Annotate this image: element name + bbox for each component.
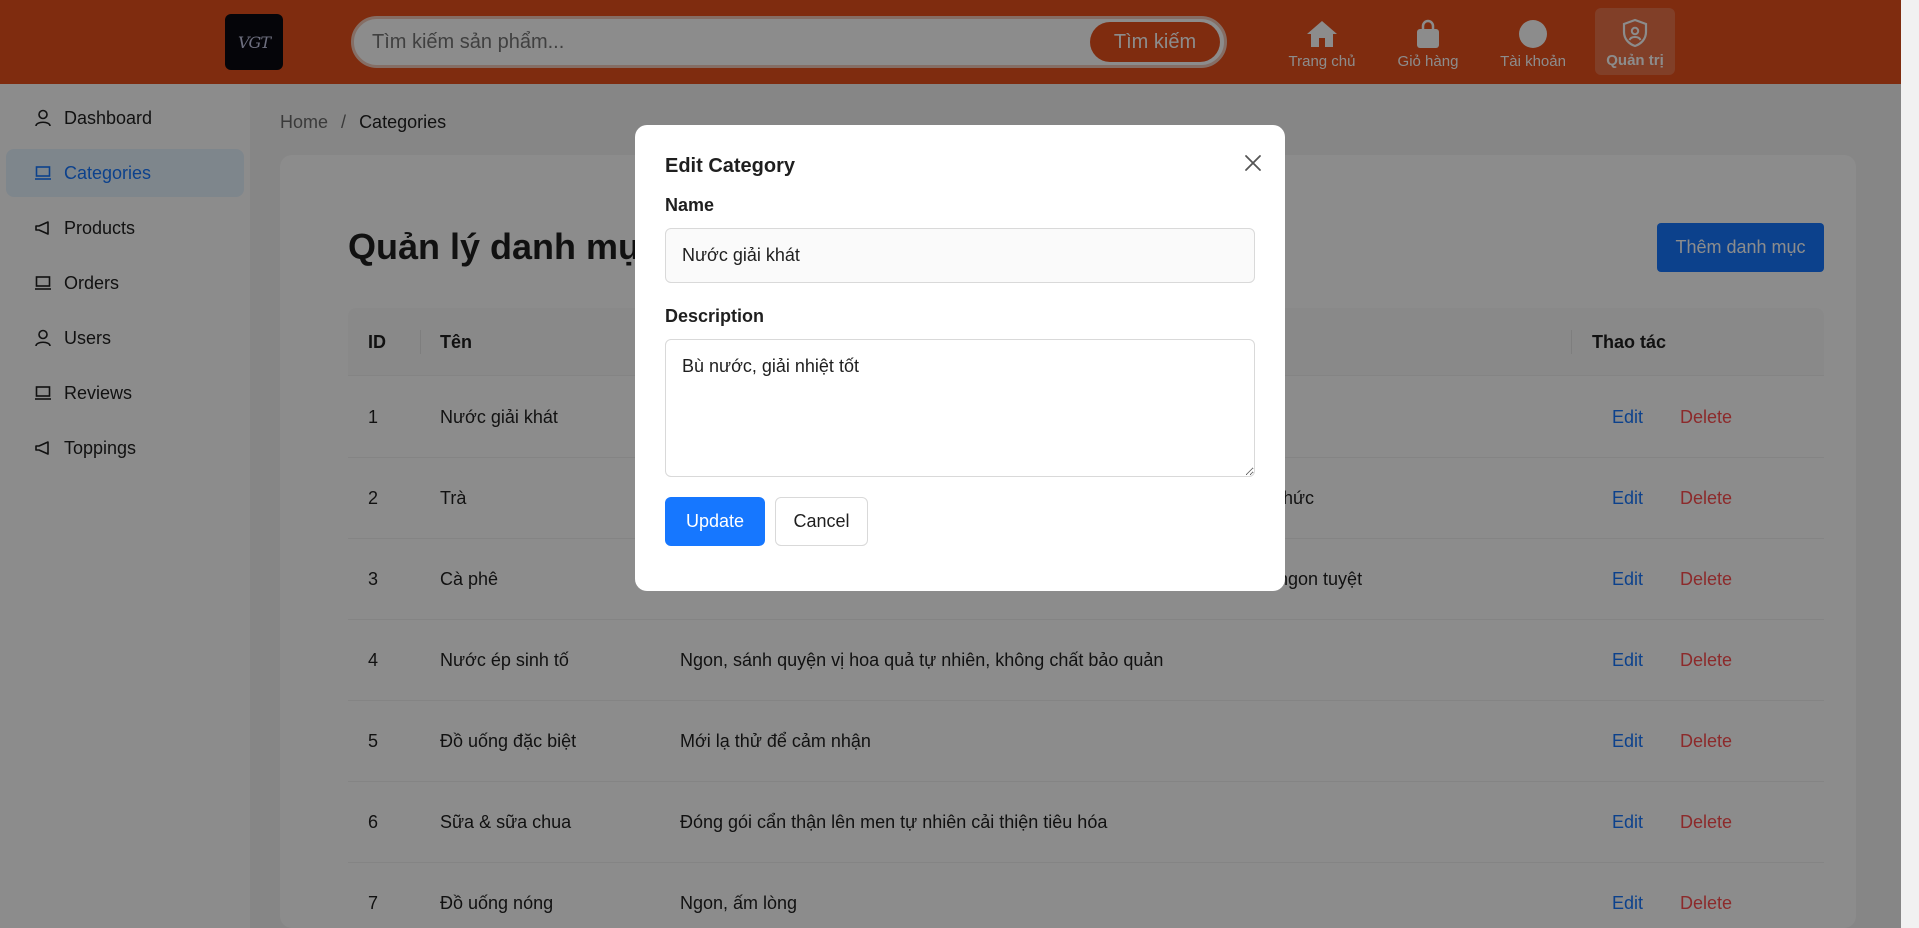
name-label: Name	[665, 195, 715, 215]
edit-category-modal: Edit Category Name Description Bù nước, …	[635, 125, 1285, 591]
cancel-button[interactable]: Cancel	[775, 497, 868, 546]
vertical-scrollbar[interactable]	[1901, 0, 1919, 928]
description-label: Description	[665, 306, 765, 326]
modal-title: Edit Category	[665, 155, 796, 177]
update-button[interactable]: Update	[665, 497, 765, 546]
name-field[interactable]	[665, 228, 1255, 283]
description-field[interactable]: Bù nước, giải nhiệt tốt	[665, 339, 1255, 477]
close-icon[interactable]	[1239, 149, 1267, 177]
